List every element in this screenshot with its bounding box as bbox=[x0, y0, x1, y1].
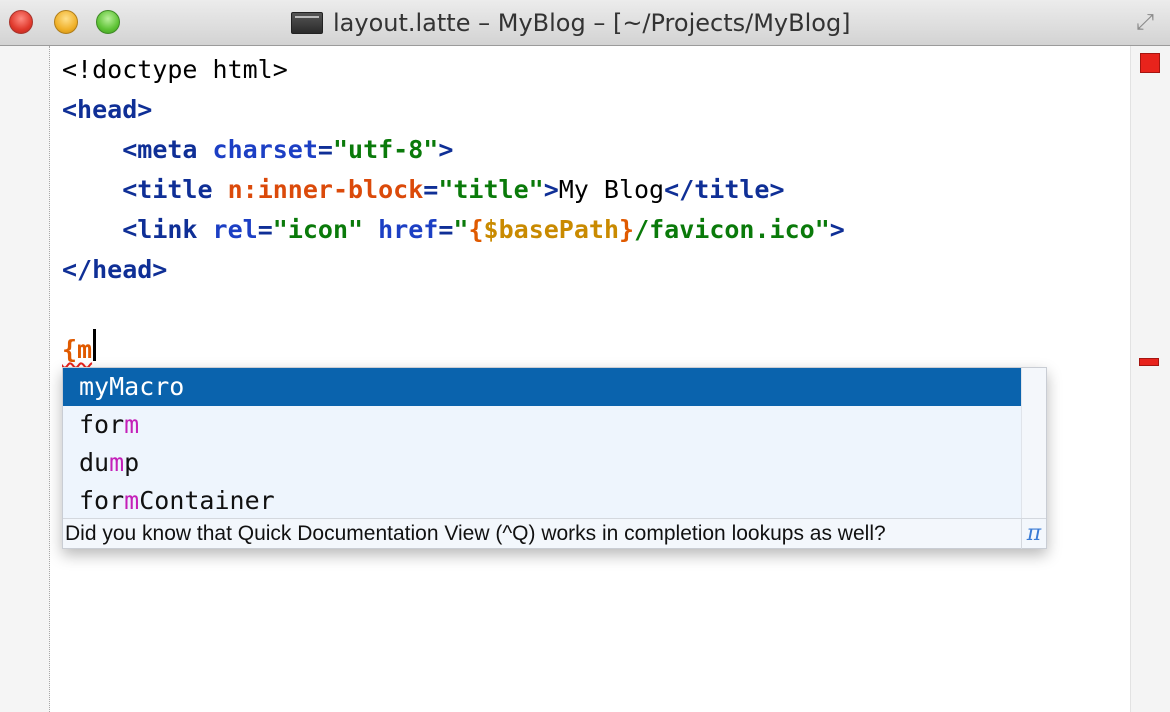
pi-icon[interactable]: π bbox=[1021, 519, 1046, 549]
completion-item-text: p bbox=[124, 448, 140, 477]
code-line-2: <head> bbox=[62, 90, 152, 130]
completion-item-text: for bbox=[79, 486, 125, 515]
href-attribute: href bbox=[378, 215, 439, 244]
completion-item[interactable]: form bbox=[63, 406, 1021, 444]
document-icon bbox=[291, 12, 323, 34]
completion-item[interactable]: formContainer bbox=[63, 482, 1021, 520]
completion-scrollbar[interactable] bbox=[1021, 368, 1046, 518]
charset-value: "utf-8" bbox=[332, 135, 439, 164]
link-tag-close: > bbox=[829, 215, 845, 244]
rel-value: "icon" bbox=[272, 215, 364, 244]
doctype-text: <!doctype html> bbox=[62, 55, 288, 84]
window-title: layout.latte – MyBlog – [~/Projects/MyBl… bbox=[333, 9, 851, 37]
completion-popup[interactable]: myMacro form dump formContainer Did you … bbox=[62, 367, 1047, 549]
completion-match-highlight: m bbox=[124, 486, 140, 515]
basepath-variable: $basePath bbox=[483, 215, 620, 244]
title-tag-end: </title> bbox=[664, 175, 785, 204]
code-line-1: <!doctype html> bbox=[62, 50, 288, 90]
head-close-tag: </head> bbox=[62, 255, 168, 284]
title-tag-open: <title bbox=[122, 175, 213, 204]
charset-attribute: charset bbox=[212, 135, 318, 164]
completion-item[interactable]: dump bbox=[63, 444, 1021, 482]
meta-tag-close: > bbox=[438, 135, 454, 164]
title-content: My Blog bbox=[558, 175, 665, 204]
completion-item-text: for bbox=[79, 410, 125, 439]
close-window-button[interactable] bbox=[9, 10, 33, 34]
completion-footer: Did you know that Quick Documentation Vi… bbox=[63, 518, 1046, 549]
editor-gutter[interactable] bbox=[0, 46, 50, 712]
href-value-rest: /favicon.ico" bbox=[634, 215, 830, 244]
title-bar[interactable]: layout.latte – MyBlog – [~/Projects/MyBl… bbox=[0, 0, 1170, 46]
code-line-3: <meta charset="utf-8"> bbox=[62, 130, 453, 170]
minimize-window-button[interactable] bbox=[54, 10, 78, 34]
link-tag-open: <link bbox=[122, 215, 198, 244]
text-caret bbox=[93, 329, 96, 361]
error-stripe[interactable] bbox=[1130, 46, 1170, 712]
completion-item-text: myMacro bbox=[79, 372, 185, 401]
head-open-tag: <head> bbox=[62, 95, 153, 124]
macro-being-typed: {m bbox=[62, 335, 93, 364]
equals-sign: = bbox=[438, 215, 454, 244]
equals-sign: = bbox=[423, 175, 439, 204]
rel-attribute: rel bbox=[212, 215, 258, 244]
title-tag-open-close: > bbox=[543, 175, 559, 204]
code-line-5: <link rel="icon" href="{$basePath}/favic… bbox=[62, 210, 845, 250]
error-status-icon[interactable] bbox=[1140, 53, 1160, 73]
completion-item-selected[interactable]: myMacro bbox=[63, 368, 1021, 406]
code-line-6: </head> bbox=[62, 250, 167, 290]
completion-item-text: Container bbox=[139, 486, 275, 515]
fullscreen-arrows-icon[interactable]: ⤢ bbox=[1130, 8, 1160, 38]
href-open-quote: " bbox=[453, 215, 469, 244]
error-marker[interactable] bbox=[1139, 358, 1159, 366]
completion-item-text: du bbox=[79, 448, 110, 477]
zoom-window-button[interactable] bbox=[96, 10, 120, 34]
code-line-8: {m bbox=[62, 330, 92, 370]
latte-brace-close: } bbox=[619, 215, 635, 244]
latte-brace-open: { bbox=[468, 215, 484, 244]
inner-block-attribute: n:inner-block bbox=[227, 175, 424, 204]
completion-match-highlight: m bbox=[124, 410, 140, 439]
ide-window: layout.latte – MyBlog – [~/Projects/MyBl… bbox=[0, 0, 1170, 712]
completion-match-highlight: m bbox=[109, 448, 125, 477]
code-line-4: <title n:inner-block="title">My Blog</ti… bbox=[62, 170, 785, 210]
title-attribute-value: "title" bbox=[438, 175, 544, 204]
completion-hint-text: Did you know that Quick Documentation Vi… bbox=[65, 522, 886, 545]
meta-tag-open: <meta bbox=[122, 135, 198, 164]
equals-sign: = bbox=[257, 215, 273, 244]
equals-sign: = bbox=[317, 135, 333, 164]
